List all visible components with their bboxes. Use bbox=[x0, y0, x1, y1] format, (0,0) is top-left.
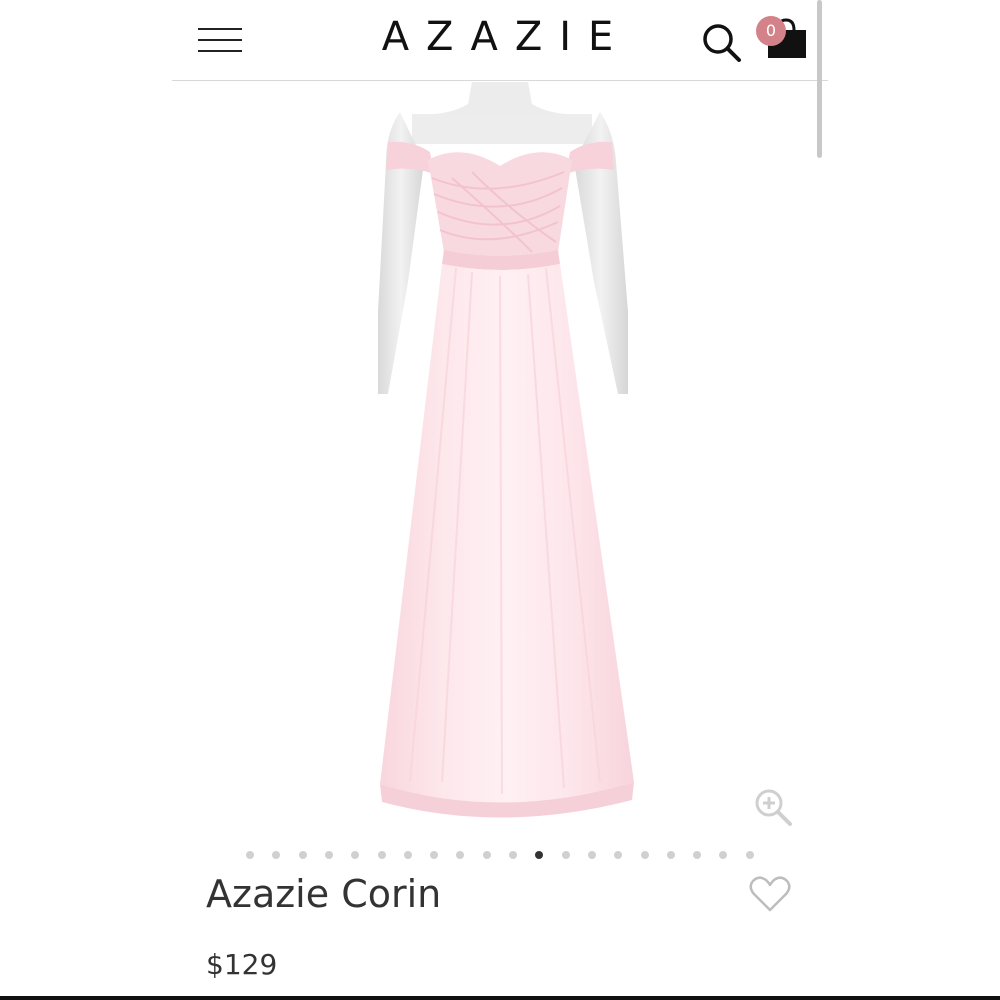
shopping-bag-icon[interactable]: 0 bbox=[756, 14, 812, 64]
carousel-dot[interactable] bbox=[351, 851, 359, 859]
carousel-dot[interactable] bbox=[746, 851, 754, 859]
carousel-dot[interactable] bbox=[667, 851, 675, 859]
product-price: $129 bbox=[206, 948, 278, 981]
carousel-dot[interactable] bbox=[299, 851, 307, 859]
carousel-dot[interactable] bbox=[404, 851, 412, 859]
carousel-dot[interactable] bbox=[614, 851, 622, 859]
site-header: AZAZIE 0 bbox=[172, 0, 828, 81]
search-icon[interactable] bbox=[700, 20, 744, 64]
carousel-dot-active[interactable] bbox=[535, 851, 543, 859]
carousel-dots bbox=[0, 848, 1000, 862]
carousel-dot[interactable] bbox=[509, 851, 517, 859]
carousel-dot[interactable] bbox=[719, 851, 727, 859]
carousel-dot[interactable] bbox=[325, 851, 333, 859]
carousel-dot[interactable] bbox=[641, 851, 649, 859]
cart-count-badge: 0 bbox=[756, 16, 786, 46]
carousel-dot[interactable] bbox=[483, 851, 491, 859]
product-name: Azazie Corin bbox=[206, 872, 442, 916]
carousel-dot[interactable] bbox=[272, 851, 280, 859]
carousel-dot[interactable] bbox=[430, 851, 438, 859]
carousel-dot[interactable] bbox=[693, 851, 701, 859]
product-page: AZAZIE 0 Azazie Corin $129 bbox=[0, 0, 1000, 1000]
product-image[interactable] bbox=[172, 82, 828, 832]
carousel-dot[interactable] bbox=[588, 851, 596, 859]
zoom-in-icon[interactable] bbox=[752, 786, 794, 828]
carousel-dot[interactable] bbox=[456, 851, 464, 859]
carousel-dot[interactable] bbox=[246, 851, 254, 859]
heart-outline-icon[interactable] bbox=[748, 874, 792, 914]
carousel-dot[interactable] bbox=[562, 851, 570, 859]
divider bbox=[0, 996, 1000, 1000]
carousel-dot[interactable] bbox=[378, 851, 386, 859]
